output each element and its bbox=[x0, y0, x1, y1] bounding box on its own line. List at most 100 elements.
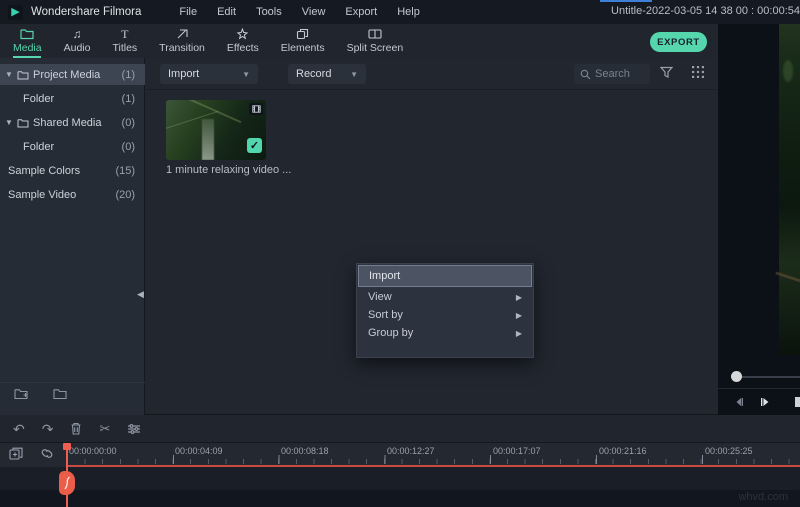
tab-audio-label: Audio bbox=[64, 42, 91, 54]
preview-pane bbox=[718, 24, 800, 415]
sidebar-item-label: Folder bbox=[23, 141, 54, 153]
menu-tools[interactable]: Tools bbox=[256, 6, 282, 18]
play-icon[interactable] bbox=[760, 397, 770, 407]
submenu-arrow-icon: ▶ bbox=[516, 293, 522, 302]
playhead-handle[interactable] bbox=[59, 471, 75, 495]
sidebar-item-count: (20) bbox=[115, 189, 135, 201]
new-folder-icon[interactable] bbox=[14, 388, 29, 400]
tab-elements[interactable]: Elements bbox=[270, 24, 336, 58]
timeline-toolbar: ↶ ↷ ✂ bbox=[0, 415, 800, 443]
sidebar-item-folder-2[interactable]: Folder (0) bbox=[0, 136, 145, 157]
context-menu: Import View ▶ Sort by ▶ Group by ▶ bbox=[356, 263, 534, 358]
menu-help[interactable]: Help bbox=[397, 6, 420, 18]
tab-media[interactable]: Media bbox=[2, 24, 53, 58]
sidebar-collapse-icon[interactable]: ◀ bbox=[137, 289, 144, 300]
preview-seek-handle[interactable] bbox=[731, 371, 742, 382]
manage-tracks-icon[interactable] bbox=[9, 447, 23, 460]
submenu-arrow-icon: ▶ bbox=[516, 329, 522, 338]
context-menu-group-by[interactable]: Group by ▶ bbox=[357, 324, 533, 342]
timeline-ruler[interactable]: 00:00:00:00 00:00:04:09 00:00:08:18 00:0… bbox=[62, 443, 800, 465]
export-button[interactable]: EXPORT bbox=[650, 32, 707, 52]
sidebar-divider bbox=[0, 382, 145, 383]
sidebar-item-label: Shared Media bbox=[33, 117, 102, 129]
thumbnail-art bbox=[202, 119, 214, 160]
title-bar: ▶ Wondershare Filmora File Edit Tools Vi… bbox=[0, 0, 800, 24]
undo-icon[interactable]: ↶ bbox=[13, 422, 25, 436]
preview-art bbox=[775, 271, 800, 283]
titlebar-blue-accent bbox=[600, 0, 652, 2]
menu-edit[interactable]: Edit bbox=[217, 6, 236, 18]
context-menu-sort-by-label: Sort by bbox=[368, 309, 403, 321]
sidebar-item-sample-colors[interactable]: Sample Colors (15) bbox=[0, 160, 145, 181]
ruler-label: 00:00:21:16 bbox=[599, 446, 647, 456]
caret-down-icon[interactable]: ▼ bbox=[5, 70, 13, 79]
media-thumbnail[interactable]: ✓ bbox=[166, 100, 266, 160]
preview-art bbox=[783, 60, 793, 82]
context-menu-import[interactable]: Import bbox=[358, 265, 532, 287]
sidebar-item-shared-media[interactable]: ▼ Shared Media (0) bbox=[0, 112, 145, 133]
stop-icon[interactable] bbox=[795, 397, 800, 407]
sidebar-item-count: (15) bbox=[115, 165, 135, 177]
playhead-top-marker[interactable] bbox=[63, 443, 71, 450]
filmora-logo-icon: ▶ bbox=[8, 5, 23, 20]
sidebar-item-folder-1[interactable]: Folder (1) bbox=[0, 88, 145, 109]
previous-frame-icon[interactable] bbox=[734, 397, 744, 407]
toolbar-tabs: Media ♫ Audio T Titles Transition Effect… bbox=[0, 24, 718, 58]
sidebar-item-count: (0) bbox=[122, 141, 135, 153]
tab-effects[interactable]: Effects bbox=[216, 24, 270, 58]
context-menu-view[interactable]: View ▶ bbox=[357, 288, 533, 306]
project-title: Untitle-2022-03-05 14 38 00 : 00:00:54 bbox=[611, 5, 800, 17]
media-sidebar: ▼ Project Media (1) Folder (1) ▼ Shared … bbox=[0, 58, 145, 415]
link-icon[interactable] bbox=[40, 447, 54, 460]
tab-titles[interactable]: T Titles bbox=[101, 24, 148, 58]
preview-video-frame bbox=[779, 24, 800, 355]
logo-play-glyph: ▶ bbox=[11, 7, 19, 18]
timeline-red-line bbox=[66, 465, 800, 467]
caret-down-icon[interactable]: ▼ bbox=[5, 118, 13, 127]
audio-notes-icon: ♫ bbox=[73, 28, 82, 40]
preview-seek-bar[interactable] bbox=[738, 376, 800, 378]
timeline-track-tools bbox=[9, 447, 54, 460]
context-menu-view-label: View bbox=[368, 291, 392, 303]
redo-icon[interactable]: ↷ bbox=[42, 422, 54, 436]
ruler-label: 00:00:04:09 bbox=[175, 446, 223, 456]
ruler-label: 00:00:08:18 bbox=[281, 446, 329, 456]
tab-split-screen-label: Split Screen bbox=[347, 42, 404, 54]
sidebar-item-sample-video[interactable]: Sample Video (20) bbox=[0, 184, 145, 205]
transition-icon bbox=[176, 28, 189, 40]
tab-transition[interactable]: Transition bbox=[148, 24, 216, 58]
sidebar-item-label: Sample Video bbox=[8, 189, 76, 201]
tab-split-screen[interactable]: Split Screen bbox=[336, 24, 415, 58]
menu-file[interactable]: File bbox=[179, 6, 197, 18]
adjust-settings-icon[interactable] bbox=[127, 423, 141, 435]
sidebar-item-count: (1) bbox=[122, 93, 135, 105]
timeline-header: 00:00:00:00 00:00:04:09 00:00:08:18 00:0… bbox=[0, 443, 800, 467]
sidebar-item-label: Folder bbox=[23, 93, 54, 105]
submenu-arrow-icon: ▶ bbox=[516, 311, 522, 320]
elements-shapes-icon bbox=[296, 28, 309, 40]
menu-bar: File Edit Tools View Export Help bbox=[179, 6, 419, 18]
sidebar-item-project-media[interactable]: ▼ Project Media (1) bbox=[0, 64, 145, 85]
sidebar-item-label: Sample Colors bbox=[8, 165, 80, 177]
tab-media-label: Media bbox=[13, 42, 42, 54]
tab-transition-label: Transition bbox=[159, 42, 205, 54]
sidebar-item-count: (1) bbox=[122, 69, 135, 81]
ruler-label: 00:00:17:07 bbox=[493, 446, 541, 456]
sidebar-item-label: Project Media bbox=[33, 69, 100, 81]
media-grid: ✓ 1 minute relaxing video ... bbox=[146, 58, 717, 415]
menu-view[interactable]: View bbox=[302, 6, 326, 18]
tab-audio[interactable]: ♫ Audio bbox=[53, 24, 102, 58]
delete-folder-icon[interactable] bbox=[53, 388, 68, 400]
selected-check-icon[interactable]: ✓ bbox=[247, 138, 262, 153]
media-item-caption: 1 minute relaxing video ... bbox=[166, 164, 284, 176]
delete-icon[interactable] bbox=[70, 422, 82, 435]
split-scissors-icon[interactable]: ✂ bbox=[99, 422, 110, 435]
watermark: whvd.com bbox=[738, 491, 788, 503]
folder-icon bbox=[17, 70, 29, 80]
menu-export[interactable]: Export bbox=[345, 6, 377, 18]
tab-elements-label: Elements bbox=[281, 42, 325, 54]
timeline-lower-strip bbox=[0, 490, 800, 507]
context-menu-sort-by[interactable]: Sort by ▶ bbox=[357, 306, 533, 324]
titles-T-icon: T bbox=[121, 28, 128, 40]
preview-controls bbox=[718, 389, 800, 415]
